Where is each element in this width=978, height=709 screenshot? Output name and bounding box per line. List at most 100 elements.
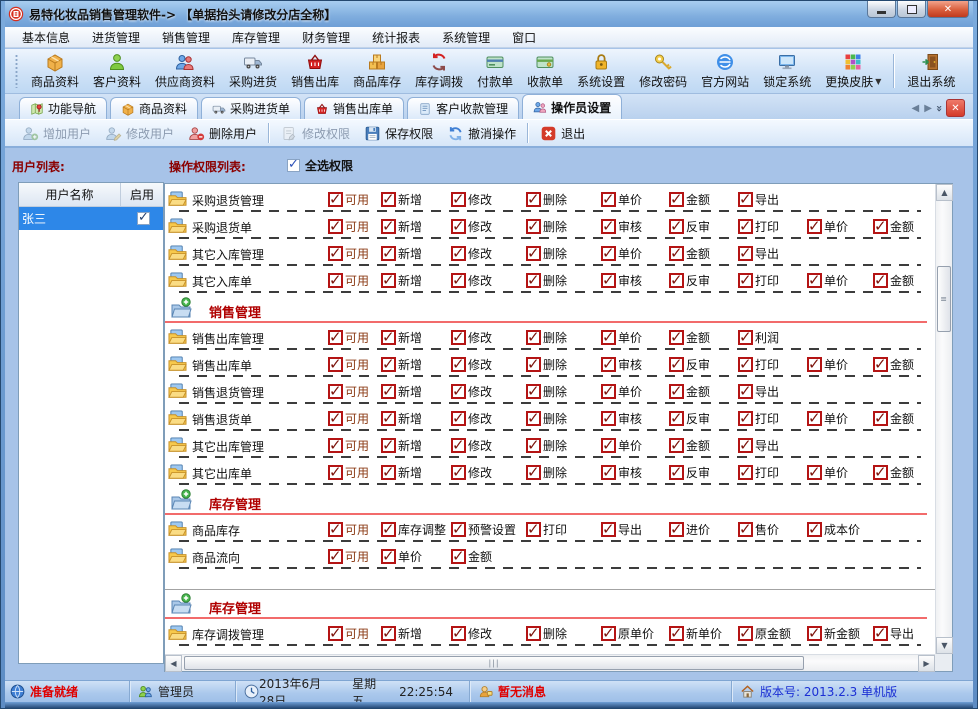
permission-checkbox-4[interactable]: 删除 xyxy=(526,382,567,400)
checkbox-checked-icon[interactable] xyxy=(601,355,616,373)
checkbox-checked-icon[interactable] xyxy=(738,382,753,400)
permission-checkbox-5[interactable]: 审核 xyxy=(601,217,642,235)
permission-checkbox-2[interactable]: 新增 xyxy=(381,355,422,373)
toolbar-button-official-website[interactable]: 官方网站 xyxy=(694,51,756,91)
exit-button[interactable]: 退出 xyxy=(533,123,592,144)
checkbox-checked-icon[interactable] xyxy=(669,271,684,289)
permission-checkbox-3[interactable]: 金额 xyxy=(451,547,492,565)
checkbox-checked-icon[interactable] xyxy=(738,217,753,235)
permission-checkbox-9[interactable]: 金额 xyxy=(873,355,914,373)
permission-checkbox-9[interactable]: 金额 xyxy=(873,271,914,289)
toolbar-button-purchase-in[interactable]: 采购进货 xyxy=(222,51,284,91)
tab-goods-info[interactable]: 商品资料 xyxy=(110,97,199,119)
permission-checkbox-4[interactable]: 删除 xyxy=(526,328,567,346)
permission-checkbox-7[interactable]: 打印 xyxy=(738,409,779,427)
permission-checkbox-5[interactable]: 单价 xyxy=(601,244,642,262)
checkbox-checked-icon[interactable] xyxy=(451,217,466,235)
permission-checkbox-2[interactable]: 新增 xyxy=(381,328,422,346)
minimize-button[interactable] xyxy=(867,1,896,18)
permission-checkbox-3[interactable]: 修改 xyxy=(451,328,492,346)
toolbar-button-exit-system[interactable]: 退出系统 xyxy=(900,51,962,91)
permission-checkbox-2[interactable]: 新增 xyxy=(381,190,422,208)
permission-checkbox-3[interactable]: 修改 xyxy=(451,409,492,427)
permission-checkbox-2[interactable]: 单价 xyxy=(381,547,422,565)
checkbox-checked-icon[interactable] xyxy=(807,271,822,289)
permission-checkbox-8[interactable]: 单价 xyxy=(807,217,848,235)
permission-checkbox-1[interactable]: 可用 xyxy=(328,409,369,427)
permission-checkbox-7[interactable]: 导出 xyxy=(738,382,779,400)
tab-scroll-left-icon[interactable]: ◀ xyxy=(910,103,920,114)
permission-checkbox-1[interactable]: 可用 xyxy=(328,436,369,454)
permission-checkbox-6[interactable]: 反审 xyxy=(669,271,710,289)
menu-item-sales-mgmt[interactable]: 销售管理 xyxy=(151,27,221,48)
permission-checkbox-4[interactable]: 删除 xyxy=(526,463,567,481)
checkbox-checked-icon[interactable] xyxy=(669,409,684,427)
tab-purchase-order[interactable]: 采购进货单 xyxy=(201,97,302,119)
permission-checkbox-4[interactable]: 删除 xyxy=(526,436,567,454)
checkbox-checked-icon[interactable] xyxy=(381,244,396,262)
toolbar-button-receipt-bill[interactable]: 收款单 xyxy=(520,51,570,91)
toolbar-button-supplier-info[interactable]: 供应商资料 xyxy=(148,51,222,91)
checkbox-checked-icon[interactable] xyxy=(451,328,466,346)
checkbox-checked-icon[interactable] xyxy=(738,436,753,454)
permission-checkbox-5[interactable]: 导出 xyxy=(601,520,642,538)
permission-checkbox-7[interactable]: 售价 xyxy=(738,520,779,538)
tab-scroll-right-icon[interactable]: ▶ xyxy=(923,103,933,114)
permission-checkbox-7[interactable]: 打印 xyxy=(738,217,779,235)
permission-checkbox-2[interactable]: 新增 xyxy=(381,271,422,289)
checkbox-checked-icon[interactable] xyxy=(451,436,466,454)
permission-checkbox-8[interactable]: 新金额 xyxy=(807,624,860,642)
checkbox-checked-icon[interactable] xyxy=(526,190,541,208)
toolbar-button-sales-out[interactable]: 销售出库 xyxy=(284,51,346,91)
permission-checkbox-5[interactable]: 审核 xyxy=(601,355,642,373)
edit-user-button[interactable]: 修改用户 xyxy=(98,123,181,144)
checkbox-checked-icon[interactable] xyxy=(526,355,541,373)
toolbar-button-stock-transfer[interactable]: 库存调拨 xyxy=(408,51,470,91)
permission-checkbox-8[interactable]: 单价 xyxy=(807,271,848,289)
scroll-left-icon[interactable]: ◀ xyxy=(165,655,182,672)
checkbox-checked-icon[interactable] xyxy=(451,409,466,427)
checkbox-checked-icon[interactable] xyxy=(451,520,466,538)
toolbar-button-lock-system[interactable]: 锁定系统 xyxy=(756,51,818,91)
checkbox-checked-icon[interactable] xyxy=(601,190,616,208)
permission-checkbox-2[interactable]: 新增 xyxy=(381,463,422,481)
checkbox-checked-icon[interactable] xyxy=(451,624,466,642)
checkbox-checked-icon[interactable] xyxy=(328,190,343,208)
permission-checkbox-1[interactable]: 可用 xyxy=(328,355,369,373)
add-user-button[interactable]: 增加用户 xyxy=(15,123,98,144)
permission-checkbox-6[interactable]: 反审 xyxy=(669,409,710,427)
permission-checkbox-8[interactable]: 单价 xyxy=(807,463,848,481)
checkbox-checked-icon[interactable] xyxy=(669,520,684,538)
checkbox-checked-icon[interactable] xyxy=(381,271,396,289)
checkbox-checked-icon[interactable] xyxy=(807,355,822,373)
permission-checkbox-3[interactable]: 修改 xyxy=(451,436,492,454)
permission-checkbox-6[interactable]: 反审 xyxy=(669,217,710,235)
permission-checkbox-4[interactable]: 删除 xyxy=(526,271,567,289)
toolbar-button-customer-info[interactable]: 客户资料 xyxy=(86,51,148,91)
horizontal-scrollbar[interactable]: ◀ ||| ▶ xyxy=(165,654,935,672)
permission-checkbox-3[interactable]: 修改 xyxy=(451,624,492,642)
tab-close-button[interactable]: ✕ xyxy=(946,99,965,117)
checkbox-checked-icon[interactable] xyxy=(451,271,466,289)
permission-checkbox-4[interactable]: 删除 xyxy=(526,190,567,208)
checkbox-checked-icon[interactable] xyxy=(526,409,541,427)
checkbox-checked-icon[interactable] xyxy=(807,520,822,538)
permission-checkbox-3[interactable]: 预警设置 xyxy=(451,520,516,538)
permission-checkbox-5[interactable]: 审核 xyxy=(601,409,642,427)
checkbox-checked-icon[interactable] xyxy=(526,624,541,642)
permission-checkbox-6[interactable]: 金额 xyxy=(669,244,710,262)
permission-checkbox-4[interactable]: 打印 xyxy=(526,520,567,538)
permission-checkbox-2[interactable]: 新增 xyxy=(381,382,422,400)
checkbox-checked-icon[interactable] xyxy=(381,355,396,373)
checkbox-checked-icon[interactable] xyxy=(451,355,466,373)
tab-customer-receipts[interactable]: 客户收款管理 xyxy=(407,97,520,119)
checkbox-checked-icon[interactable] xyxy=(669,624,684,642)
checkbox-checked-icon[interactable] xyxy=(526,328,541,346)
checkbox-checked-icon[interactable] xyxy=(328,463,343,481)
permission-checkbox-7[interactable]: 打印 xyxy=(738,463,779,481)
permission-checkbox-3[interactable]: 修改 xyxy=(451,190,492,208)
permission-checkbox-2[interactable]: 新增 xyxy=(381,436,422,454)
undo-operation-button[interactable]: 撤消操作 xyxy=(440,123,523,144)
checkbox-checked-icon[interactable] xyxy=(526,436,541,454)
permission-checkbox-2[interactable]: 库存调整 xyxy=(381,520,446,538)
